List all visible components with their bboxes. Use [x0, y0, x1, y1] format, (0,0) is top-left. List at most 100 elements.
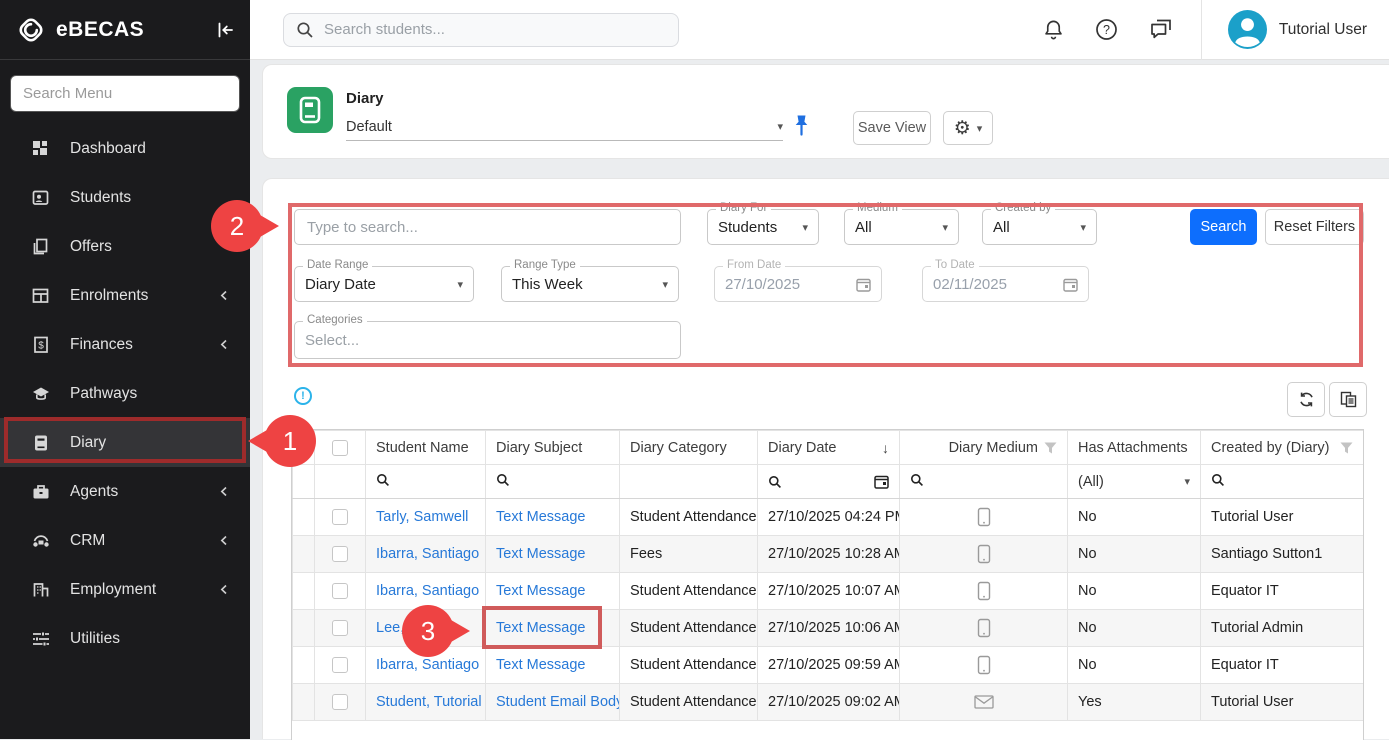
chevron-down-icon: ▾: [1184, 475, 1190, 488]
diary-for-select[interactable]: Diary For Students ▾: [707, 209, 819, 245]
filter-funnel-icon[interactable]: [1340, 442, 1353, 454]
view-settings-button[interactable]: ⚙ ▾: [943, 111, 993, 145]
sidebar-item-crm[interactable]: CRM: [0, 516, 250, 565]
to-date-field[interactable]: To Date 02/11/2025: [922, 266, 1089, 302]
student-search[interactable]: [283, 13, 679, 47]
filter-diary-date[interactable]: [758, 465, 900, 499]
from-date-field[interactable]: From Date 27/10/2025: [714, 266, 882, 302]
grid-search-input[interactable]: [294, 209, 681, 245]
filter-created-by[interactable]: [1201, 465, 1364, 499]
column-diary-medium[interactable]: Diary Medium: [900, 431, 1068, 465]
topbar-divider: [1201, 0, 1202, 60]
pathways-icon: [30, 384, 52, 404]
sidebar-item-students[interactable]: Students: [0, 173, 250, 222]
date-range-select[interactable]: Date Range Diary Date ▾: [294, 266, 474, 302]
filter-funnel-icon[interactable]: [1044, 442, 1057, 454]
medium-select[interactable]: Medium All ▾: [844, 209, 959, 245]
row-expand-cell: [293, 610, 315, 647]
diary-subject-link[interactable]: Text Message: [496, 509, 585, 525]
diary-subject-link[interactable]: Text Message: [496, 620, 585, 636]
column-student-name[interactable]: Student Name: [366, 431, 486, 465]
row-expand-cell: [293, 536, 315, 573]
diary-subject-link[interactable]: Text Message: [496, 657, 585, 673]
sidebar-item-finances[interactable]: $Finances: [0, 320, 250, 369]
offers-icon: [30, 237, 52, 257]
diary-grid: Student Name Diary Subject Diary Categor…: [291, 429, 1364, 740]
filter-has-attachments[interactable]: (All)▾: [1068, 465, 1201, 499]
filter-student-name[interactable]: [366, 465, 486, 499]
sidebar-item-offers[interactable]: Offers: [0, 222, 250, 271]
save-view-button[interactable]: Save View: [853, 111, 931, 145]
table-row: Ibarra, SantiagoText MessageStudent Atte…: [293, 573, 1364, 610]
envelope-icon: [974, 695, 994, 709]
sidebar-collapse-icon[interactable]: [214, 19, 236, 41]
chevron-left-icon: [218, 289, 230, 302]
sidebar-item-pathways[interactable]: Pathways: [0, 369, 250, 418]
pin-view-icon[interactable]: [794, 114, 809, 137]
student-name-link[interactable]: Student, Tutorial: [376, 694, 482, 710]
row-check-cell: [315, 647, 366, 684]
notifications-bell-icon[interactable]: [1042, 18, 1065, 42]
diary-subject-link[interactable]: Text Message: [496, 583, 585, 599]
chevron-down-icon: ▾: [1080, 221, 1086, 234]
diary-subject-link[interactable]: Text Message: [496, 546, 585, 562]
student-name-link[interactable]: Ibarra, Santiago: [376, 546, 479, 562]
user-avatar[interactable]: [1228, 10, 1267, 49]
column-created-by[interactable]: Created by (Diary): [1201, 431, 1364, 465]
student-search-input[interactable]: [324, 21, 666, 38]
view-select[interactable]: Default ▾: [346, 113, 783, 141]
sidebar-item-agents[interactable]: Agents: [0, 467, 250, 516]
filter-diary-medium[interactable]: [900, 465, 1068, 499]
chat-icon[interactable]: [1148, 18, 1173, 41]
sidebar-item-dashboard[interactable]: Dashboard: [0, 124, 250, 173]
column-diary-category[interactable]: Diary Category: [620, 431, 758, 465]
categories-select[interactable]: Categories Select...: [294, 321, 681, 359]
row-checkbox[interactable]: [332, 546, 348, 562]
diary-medium-cell: [900, 573, 1068, 610]
column-diary-date[interactable]: Diary Date↓: [758, 431, 900, 465]
student-name-link[interactable]: Tarly, Samwell: [376, 509, 468, 525]
diary-subject-link[interactable]: Student Email Body: [496, 694, 620, 710]
has-attachments-cell: No: [1068, 573, 1201, 610]
column-has-attachments[interactable]: Has Attachments: [1068, 431, 1201, 465]
sidebar-item-diary[interactable]: Diary: [0, 418, 250, 467]
from-date-value: 27/10/2025: [725, 276, 856, 293]
calendar-icon[interactable]: [874, 474, 889, 489]
copy-data-icon: [1340, 391, 1357, 408]
range-type-select[interactable]: Range Type This Week ▾: [501, 266, 679, 302]
table-row: Ibarra, SantiagoText MessageStudent Atte…: [293, 647, 1364, 684]
student-name-link[interactable]: Ibarra, Santiago: [376, 657, 479, 673]
help-icon[interactable]: ?: [1095, 18, 1118, 41]
created-by-select[interactable]: Created by All ▾: [982, 209, 1097, 245]
row-checkbox[interactable]: [332, 694, 348, 710]
menu-search-input[interactable]: [10, 75, 240, 112]
table-row: Student, Tutorial Student Email BodyStude…: [293, 684, 1364, 721]
crm-icon: [30, 531, 52, 551]
enrolments-icon: [30, 286, 52, 306]
row-checkbox[interactable]: [332, 620, 348, 636]
sidebar-item-enrolments[interactable]: Enrolments: [0, 271, 250, 320]
brand-name: eBECAS: [56, 18, 214, 42]
diary-category-cell: Student Attendance: [620, 684, 758, 721]
student-name-link[interactable]: Lee,: [376, 620, 404, 636]
row-checkbox[interactable]: [332, 657, 348, 673]
user-name[interactable]: Tutorial User: [1279, 21, 1367, 39]
info-icon[interactable]: !: [294, 387, 312, 405]
row-checkbox[interactable]: [332, 583, 348, 599]
sidebar-item-utilities[interactable]: Utilities: [0, 614, 250, 663]
copy-data-button[interactable]: [1329, 382, 1367, 417]
student-name-link[interactable]: Ibarra, Santiago: [376, 583, 479, 599]
chevron-left-icon: [218, 583, 230, 596]
sidebar-item-employment[interactable]: Employment: [0, 565, 250, 614]
diary-date-cell: 27/10/2025 10:28 AM: [758, 536, 900, 573]
column-diary-subject[interactable]: Diary Subject: [486, 431, 620, 465]
row-check-cell: [315, 684, 366, 721]
row-checkbox[interactable]: [332, 509, 348, 525]
select-all-checkbox[interactable]: [332, 440, 348, 456]
filter-diary-category[interactable]: [620, 465, 758, 499]
filter-diary-subject[interactable]: [486, 465, 620, 499]
refresh-button[interactable]: [1287, 382, 1325, 417]
reset-filters-button[interactable]: Reset Filters: [1265, 209, 1364, 245]
diary-subject-cell: Text Message: [486, 573, 620, 610]
search-button[interactable]: Search: [1190, 209, 1257, 245]
